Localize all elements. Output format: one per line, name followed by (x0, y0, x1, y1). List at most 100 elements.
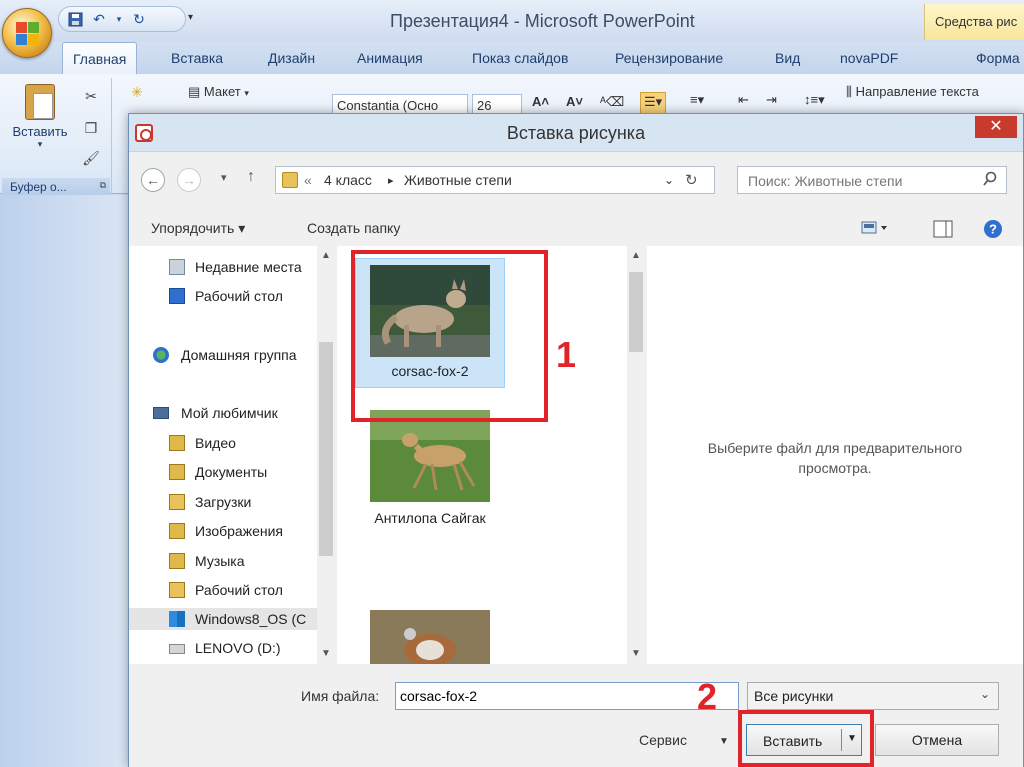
tab-slideshow[interactable]: Показ слайдов (472, 50, 568, 66)
increase-indent-icon[interactable]: ⇥ (766, 92, 777, 114)
up-arrow-icon[interactable]: ↑ (247, 168, 255, 186)
breadcrumb-overflow[interactable]: « (304, 172, 312, 188)
search-icon[interactable] (982, 171, 998, 187)
nav-item-pictures[interactable]: Изображения (129, 520, 317, 542)
scroll-thumb[interactable] (629, 272, 643, 352)
nav-scrollbar[interactable]: ▲ ▼ (317, 246, 335, 664)
nav-item-music[interactable]: Музыка (129, 550, 317, 572)
tab-home[interactable]: Главная (62, 42, 138, 74)
decrease-indent-icon[interactable]: ⇤ (738, 92, 749, 114)
back-arrow-icon[interactable]: ← (141, 168, 165, 192)
annotation-box-step-2 (738, 710, 874, 767)
paste-button[interactable]: Вставить ▾ (8, 84, 72, 150)
nav-item-drive-d[interactable]: LENOVO (D:) (129, 637, 317, 659)
tools-dropdown-icon[interactable]: ▼ (719, 736, 729, 747)
customize-qat-icon[interactable]: ▾ (188, 12, 193, 23)
breadcrumb-zhivotnye-stepi[interactable]: Животные степи (404, 172, 512, 188)
nav-item-downloads[interactable]: Загрузки (129, 491, 317, 513)
dialog-launcher-icon[interactable]: ⧉ (100, 180, 106, 191)
search-input[interactable]: Поиск: Животные степи (737, 166, 1007, 194)
breadcrumb-separator-icon[interactable]: ▸ (388, 174, 394, 187)
redo-icon[interactable]: ↻ (131, 11, 147, 27)
scroll-up-icon[interactable]: ▲ (321, 250, 331, 261)
chevron-down-icon: ⌄ (979, 687, 990, 701)
change-view-icon[interactable] (861, 220, 889, 239)
nav-item-my-computer[interactable]: Мой любимчик (129, 402, 317, 424)
paste-dropdown-icon[interactable]: ▾ (8, 139, 72, 150)
text-direction-button[interactable]: ⫼ Направление текста (846, 84, 979, 106)
desktop-folder-icon (169, 582, 185, 598)
organize-button[interactable]: Упорядочить ▾ (151, 220, 245, 237)
breadcrumb-4-klass[interactable]: 4 класс (324, 172, 372, 188)
desktop-icon (169, 288, 185, 304)
slides-pane (0, 195, 128, 767)
close-icon[interactable]: ✕ (975, 116, 1017, 138)
preview-pane-icon[interactable] (933, 220, 953, 241)
bullets-icon[interactable]: ☰▾ (640, 92, 667, 114)
tab-novapdf[interactable]: novaPDF (840, 50, 898, 66)
file-type-value: Все рисунки (754, 688, 834, 704)
nav-item-label: Изображения (195, 523, 283, 539)
nav-item-recent-places[interactable]: Недавние места (129, 256, 317, 278)
forward-arrow-icon[interactable]: → (177, 168, 201, 192)
picture-tools-context-tab: Средства рис (924, 4, 1024, 40)
file-item[interactable]: Антилопа Сайгак (355, 410, 505, 534)
nav-item-documents[interactable]: Документы (129, 461, 317, 483)
tab-format[interactable]: Форма (976, 50, 1020, 66)
cancel-button[interactable]: Отмена (875, 724, 999, 756)
save-icon[interactable] (67, 11, 83, 27)
filename-input[interactable] (395, 682, 739, 710)
search-placeholder: Поиск: Животные степи (748, 173, 903, 189)
file-type-select[interactable]: Все рисунки ⌄ (747, 682, 999, 710)
refresh-icon[interactable]: ↻ (685, 171, 698, 189)
recent-locations-chevron-icon[interactable]: ▾ (221, 171, 227, 184)
copy-icon[interactable]: ❐ (82, 120, 100, 138)
nav-item-drive-c[interactable]: Windows8_OS (C (129, 608, 317, 630)
address-row: ← → ▾ ↑ « 4 класс ▸ Животные степи ⌄ ↻ П… (129, 152, 1023, 212)
drive-icon (169, 644, 185, 654)
nav-item-desktop-folder[interactable]: Рабочий стол (129, 579, 317, 601)
file-list-scrollbar[interactable]: ▲ ▼ (627, 246, 645, 664)
nav-item-homegroup[interactable]: Домашняя группа (129, 344, 317, 366)
saiga-thumbnail (370, 410, 490, 502)
format-painter-icon[interactable]: 🖌 (82, 150, 100, 168)
tab-design[interactable]: Дизайн (268, 50, 315, 66)
new-slide-icon[interactable]: ✳ (128, 84, 146, 102)
nav-item-label: Windows8_OS (C (195, 611, 307, 627)
scroll-down-icon[interactable]: ▼ (321, 648, 331, 659)
tab-view[interactable]: Вид (775, 50, 800, 66)
tab-review[interactable]: Рецензирование (615, 50, 723, 66)
line-spacing-icon[interactable]: ↕≡▾ (804, 92, 825, 114)
nav-item-label: Мой любимчик (181, 405, 278, 421)
insert-picture-dialog: Вставка рисунка ✕ ← → ▾ ↑ « 4 класс ▸ Жи… (128, 113, 1024, 767)
layout-label: Макет (203, 84, 241, 99)
scroll-down-icon[interactable]: ▼ (631, 648, 641, 659)
tab-animation[interactable]: Анимация (357, 50, 423, 66)
new-folder-button[interactable]: Создать папку (307, 220, 400, 236)
folder-icon (282, 172, 298, 188)
cut-icon[interactable]: ✂ (82, 88, 100, 106)
nav-item-desktop[interactable]: Рабочий стол (129, 285, 317, 307)
file-item[interactable] (355, 610, 505, 664)
layout-button[interactable]: ▤ Макет ▾ (188, 84, 249, 106)
tools-button[interactable]: Сервис (639, 732, 687, 748)
computer-icon (153, 407, 169, 419)
numbering-icon[interactable]: ≡▾ (690, 92, 704, 114)
tab-insert[interactable]: Вставка (171, 50, 223, 66)
file-name: Антилопа Сайгак (374, 510, 486, 526)
nav-item-video[interactable]: Видео (129, 432, 317, 454)
preview-pane: Выберите файл для предварительного просм… (647, 246, 1023, 664)
text-direction-icon: ⫼ (846, 84, 856, 99)
svg-text:?: ? (989, 222, 997, 237)
nav-item-label: Недавние места (195, 259, 302, 275)
dropdown-chevron-icon[interactable]: ▾ (115, 11, 123, 27)
office-logo-icon (16, 22, 40, 46)
scroll-thumb[interactable] (319, 342, 333, 556)
undo-icon[interactable]: ↶ (91, 11, 107, 27)
help-icon[interactable]: ? (983, 219, 1003, 242)
scroll-up-icon[interactable]: ▲ (631, 250, 641, 261)
office-button[interactable] (2, 8, 52, 58)
address-dropdown-icon[interactable]: ⌄ (664, 173, 674, 187)
nav-item-label: Рабочий стол (195, 288, 283, 304)
address-bar[interactable]: « 4 класс ▸ Животные степи ⌄ (275, 166, 715, 194)
